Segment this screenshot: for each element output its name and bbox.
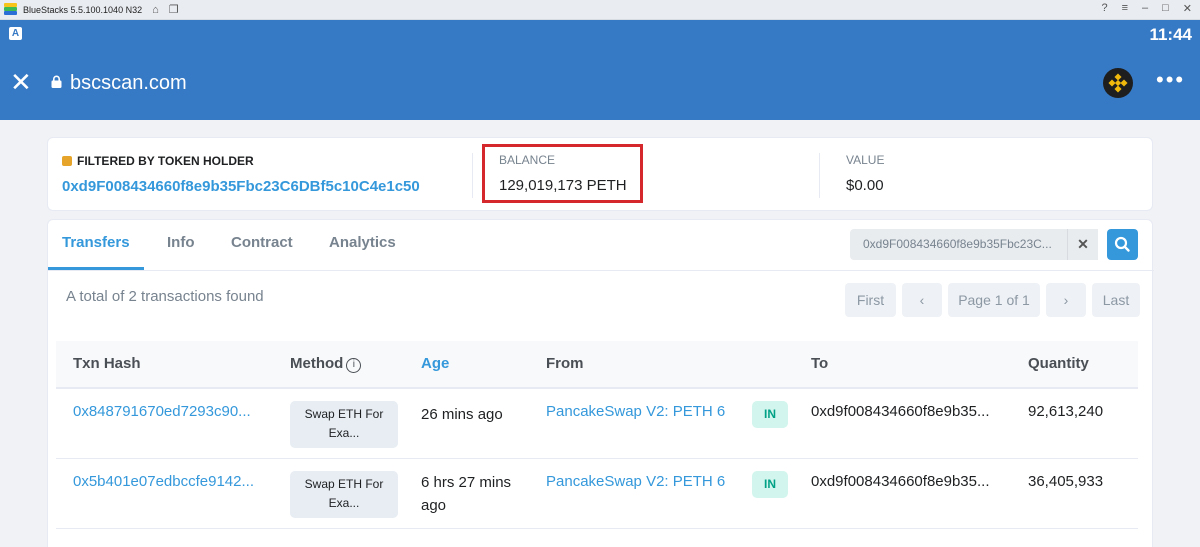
value-label: VALUE [846,153,885,167]
direction-badge: IN [752,401,788,428]
txn-hash-link[interactable]: 0x848791670ed7293c90... [73,403,251,420]
header-method-label: Method [290,355,344,372]
from-address-link[interactable]: PancakeSwap V2: PETH 6 [546,473,725,490]
holder-address-link[interactable]: 0xd9F008434660f8e9b35Fbc23C6DBf5c10C4e1c… [62,178,420,195]
browser-header: A 11:44 ✕ bscscan.com ••• [0,20,1200,120]
tabs-divider [48,270,1154,271]
close-window-icon[interactable]: ✕ [1183,2,1192,15]
close-icon[interactable]: ✕ [10,69,32,95]
divider [472,153,473,198]
to-address: 0xd9f008434660f8e9b35... [811,473,990,490]
filter-title: FILTERED BY TOKEN HOLDER [62,154,254,168]
address-bar-url[interactable]: bscscan.com [70,72,187,95]
value-amount: $0.00 [846,177,884,194]
method-line: Swap ETH For [304,477,384,491]
from-address-link[interactable]: PancakeSwap V2: PETH 6 [546,403,725,420]
previous-page-button[interactable]: ‹ [902,283,942,317]
clear-search-icon[interactable]: ✕ [1067,229,1098,260]
direction-badge: IN [752,471,788,498]
app-notification-icon: A [9,27,22,40]
bnb-logo-icon [1103,68,1133,98]
search-button[interactable] [1107,229,1138,260]
table-row: 0x5b401e07edbccfe9142... Swap ETH For Ex… [56,459,1138,529]
filter-label: FILTERED BY TOKEN HOLDER [77,154,254,168]
tab-info[interactable]: Info [167,234,195,251]
multi-instance-icon[interactable]: ❐ [169,3,179,16]
header-method: Method i [290,355,362,373]
age-cell: 6 hrs 27 mins ago [421,471,511,517]
tab-contract[interactable]: Contract [231,234,293,251]
header-to: To [811,355,829,372]
page-indicator: Page 1 of 1 [948,283,1040,317]
header-quantity: Quantity [1028,355,1089,372]
more-options-icon[interactable]: ••• [1156,67,1185,93]
header-from: From [546,355,584,372]
age-line: ago [421,497,447,514]
first-page-button[interactable]: First [845,283,896,317]
tab-analytics[interactable]: Analytics [329,234,396,251]
age-line: 6 hrs 27 mins [421,474,512,491]
age-cell: 26 mins ago [421,403,503,426]
lock-icon [51,75,62,88]
home-icon[interactable]: ⌂ [152,4,159,16]
search-icon [1114,236,1130,252]
wallet-icon [62,156,72,166]
transaction-count: A total of 2 transactions found [66,288,264,305]
method-line: Swap ETH For [304,407,384,421]
minimize-icon[interactable]: – [1142,2,1148,15]
table-header: Txn Hash Method i Age From To Quantity [56,341,1138,389]
method-line: Exa... [328,426,360,440]
divider [819,153,820,198]
tab-transfers[interactable]: Transfers [62,234,130,251]
txn-hash-link[interactable]: 0x5b401e07edbccfe9142... [73,473,254,490]
last-page-button[interactable]: Last [1092,283,1140,317]
table-row: 0x848791670ed7293c90... Swap ETH For Exa… [56,389,1138,459]
search-input[interactable]: 0xd9F008434660f8e9b35Fbc23C... [850,229,1067,260]
method-line: Exa... [328,496,360,510]
age-line: 26 mins ago [421,406,503,423]
menu-icon[interactable]: ≡ [1122,2,1128,15]
quantity-value: 36,405,933 [1028,473,1104,490]
maximize-icon[interactable]: □ [1162,2,1169,15]
emulator-title-bar: BlueStacks 5.5.100.1040 N32 ⌂ ❐ ? ≡ – □ … [0,0,1200,20]
next-page-button[interactable]: › [1046,283,1086,317]
bluestacks-logo-icon [4,3,17,16]
info-icon[interactable]: i [346,358,362,373]
emulator-title: BlueStacks 5.5.100.1040 N32 [23,4,143,15]
method-badge: Swap ETH For Exa... [290,401,398,448]
transfers-card: Transfers Info Contract Analytics 0xd9F0… [47,219,1154,547]
status-clock: 11:44 [1149,25,1192,44]
quantity-value: 92,613,240 [1028,403,1104,420]
help-icon[interactable]: ? [1101,2,1107,15]
balance-value: 129,019,173 PETH [499,177,627,194]
header-age[interactable]: Age [421,355,449,372]
header-txn-hash: Txn Hash [73,355,141,372]
method-badge: Swap ETH For Exa... [290,471,398,518]
token-holder-card: FILTERED BY TOKEN HOLDER 0xd9F008434660f… [47,137,1153,211]
balance-label: BALANCE [499,153,556,167]
to-address: 0xd9f008434660f8e9b35... [811,403,990,420]
